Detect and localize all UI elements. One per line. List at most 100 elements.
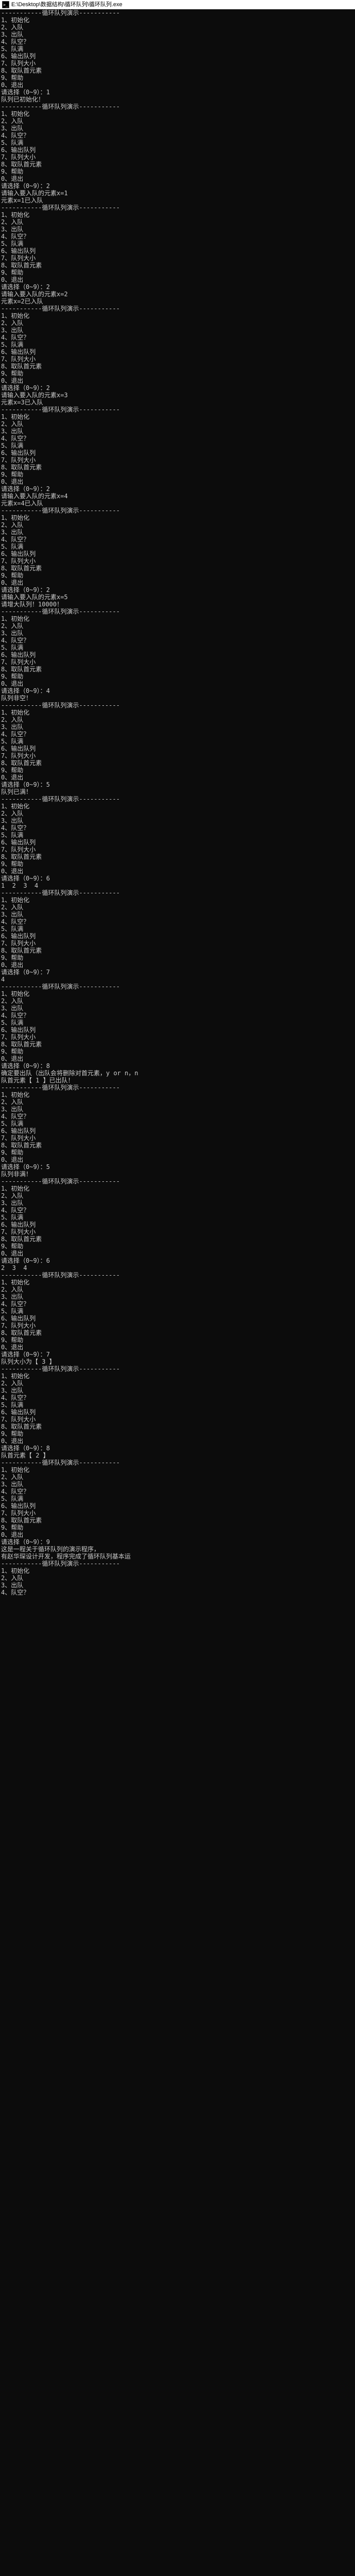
menu-header: -----------循环队列演示----------- bbox=[1, 1084, 355, 1091]
user-input[interactable]: 5 bbox=[64, 594, 67, 601]
output-line: 元素x=2已入队 bbox=[1, 298, 355, 305]
menu-item-6: 6、输出队列 bbox=[1, 550, 355, 557]
menu-item-2: 2、入队 bbox=[1, 1192, 355, 1199]
menu-item-4: 4、队空？ bbox=[1, 334, 355, 341]
select-prompt: 请选择（0~9）： bbox=[1, 1163, 46, 1171]
menu-item-1: 1、初始化 bbox=[1, 110, 355, 117]
menu-item-5: 5、队满 bbox=[1, 1401, 355, 1409]
menu-item-9: 9、帮助 bbox=[1, 954, 355, 961]
user-input[interactable]: 1 bbox=[46, 89, 50, 96]
input-prompt: 请输入要入队的元素x= bbox=[1, 190, 64, 197]
menu-item-8: 8、取队首元素 bbox=[1, 759, 355, 767]
menu-item-3: 3、出队 bbox=[1, 327, 355, 334]
menu-item-3: 3、出队 bbox=[1, 529, 355, 536]
menu-item-10: 0、退出 bbox=[1, 175, 355, 182]
menu-item-3: 3、出队 bbox=[1, 31, 355, 38]
select-prompt: 请选择（0~9）： bbox=[1, 182, 46, 190]
prompt-line: 请选择（0~9）：6 bbox=[1, 875, 355, 882]
menu-header: -----------循环队列演示----------- bbox=[1, 983, 355, 990]
user-input[interactable]: 2 bbox=[46, 586, 50, 594]
menu-header: -----------循环队列演示----------- bbox=[1, 608, 355, 615]
user-input[interactable]: 4 bbox=[46, 687, 50, 694]
user-input[interactable]: 2 bbox=[46, 182, 50, 190]
menu-item-7: 7、队列大小 bbox=[1, 1322, 355, 1329]
output-line: 1 2 3 4 bbox=[1, 882, 355, 889]
menu-item-10: 0、退出 bbox=[1, 478, 355, 485]
menu-item-8: 8、取队首元素 bbox=[1, 1423, 355, 1430]
menu-item-9: 9、帮助 bbox=[1, 767, 355, 774]
menu-item-10: 0、退出 bbox=[1, 81, 355, 89]
menu-item-1: 1、初始化 bbox=[1, 413, 355, 420]
menu-item-6: 6、输出队列 bbox=[1, 1502, 355, 1510]
menu-item-4: 4、队空？ bbox=[1, 637, 355, 644]
output-line: 队首元素【 2 】 bbox=[1, 1452, 355, 1459]
menu-item-5: 5、队满 bbox=[1, 543, 355, 550]
menu-header: -----------循环队列演示----------- bbox=[1, 1560, 355, 1567]
menu-item-8: 8、取队首元素 bbox=[1, 1041, 355, 1048]
prompt-line: 请选择（0~9）：1 bbox=[1, 89, 355, 96]
prompt-line: 请选择（0~9）：7 bbox=[1, 1351, 355, 1358]
menu-item-6: 6、输出队列 bbox=[1, 53, 355, 60]
user-input[interactable]: 6 bbox=[46, 1257, 50, 1264]
output-line: 队列已初始化！ bbox=[1, 96, 355, 103]
menu-item-5: 5、队满 bbox=[1, 1214, 355, 1221]
user-input[interactable]: 8 bbox=[46, 1062, 50, 1070]
menu-item-8: 8、取队首元素 bbox=[1, 1517, 355, 1524]
menu-header: -----------循环队列演示----------- bbox=[1, 1365, 355, 1372]
menu-header: -----------循环队列演示----------- bbox=[1, 795, 355, 803]
user-input[interactable]: 5 bbox=[46, 1163, 50, 1171]
menu-item-9: 9、帮助 bbox=[1, 370, 355, 377]
menu-item-2: 2、入队 bbox=[1, 1098, 355, 1106]
menu-item-1: 1、初始化 bbox=[1, 312, 355, 319]
user-input[interactable]: 4 bbox=[64, 493, 67, 500]
menu-item-4: 4、队空？ bbox=[1, 1488, 355, 1495]
menu-item-3: 3、出队 bbox=[1, 1481, 355, 1488]
prompt-line: 请选择（0~9）：8 bbox=[1, 1445, 355, 1452]
user-input[interactable]: 1 bbox=[64, 190, 67, 197]
menu-item-7: 7、队列大小 bbox=[1, 1134, 355, 1142]
menu-item-6: 6、输出队列 bbox=[1, 651, 355, 658]
menu-item-5: 5、队满 bbox=[1, 1495, 355, 1502]
menu-item-2: 2、入队 bbox=[1, 1380, 355, 1387]
output-line: 这是一程关于循环队列的演示程序， bbox=[1, 1546, 355, 1553]
input-prompt: 请输入要入队的元素x= bbox=[1, 493, 64, 500]
output-line: 2 3 4 bbox=[1, 1264, 355, 1272]
output-line: 元素x=4已入队 bbox=[1, 500, 355, 507]
user-input[interactable]: 6 bbox=[46, 875, 50, 882]
output-line: 队列大小为【 3 】 bbox=[1, 1358, 355, 1365]
user-input[interactable]: 2 bbox=[46, 384, 50, 392]
user-input[interactable]: 8 bbox=[46, 1445, 50, 1452]
output-line: 队首元素【 1 】已出队！ bbox=[1, 1077, 355, 1084]
menu-item-9: 9、帮助 bbox=[1, 1243, 355, 1250]
select-prompt: 请选择（0~9）： bbox=[1, 1351, 46, 1358]
user-input[interactable]: 3 bbox=[64, 392, 67, 399]
menu-item-1: 1、初始化 bbox=[1, 1567, 355, 1574]
menu-item-8: 8、取队首元素 bbox=[1, 666, 355, 673]
user-input[interactable]: 5 bbox=[46, 781, 50, 788]
menu-item-10: 0、退出 bbox=[1, 377, 355, 384]
menu-item-4: 4、队空？ bbox=[1, 1394, 355, 1401]
menu-item-5: 5、队满 bbox=[1, 442, 355, 449]
user-input[interactable]: 9 bbox=[46, 1538, 50, 1546]
menu-item-7: 7、队列大小 bbox=[1, 752, 355, 759]
menu-item-9: 9、帮助 bbox=[1, 572, 355, 579]
select-prompt: 请选择（0~9）： bbox=[1, 89, 46, 96]
menu-item-7: 7、队列大小 bbox=[1, 60, 355, 67]
user-input[interactable]: 7 bbox=[46, 969, 50, 976]
user-input[interactable]: 2 bbox=[64, 291, 67, 298]
user-input[interactable]: 2 bbox=[46, 485, 50, 493]
menu-item-2: 2、入队 bbox=[1, 521, 355, 529]
input-prompt-line: 请输入要入队的元素x=4 bbox=[1, 493, 355, 500]
menu-item-1: 1、初始化 bbox=[1, 803, 355, 810]
menu-item-5: 5、队满 bbox=[1, 738, 355, 745]
input-prompt-line: 请输入要入队的元素x=2 bbox=[1, 291, 355, 298]
menu-header: -----------循环队列演示----------- bbox=[1, 204, 355, 211]
menu-header: -----------循环队列演示----------- bbox=[1, 507, 355, 514]
console-output[interactable]: -----------循环队列演示-----------1、初始化2、入队3、出… bbox=[0, 9, 355, 1597]
menu-item-7: 7、队列大小 bbox=[1, 154, 355, 161]
prompt-line: 请选择（0~9）：2 bbox=[1, 586, 355, 594]
user-input[interactable]: 7 bbox=[46, 1351, 50, 1358]
user-input[interactable]: 2 bbox=[46, 283, 50, 291]
menu-item-1: 1、初始化 bbox=[1, 16, 355, 24]
select-prompt: 请选择（0~9）： bbox=[1, 283, 46, 291]
